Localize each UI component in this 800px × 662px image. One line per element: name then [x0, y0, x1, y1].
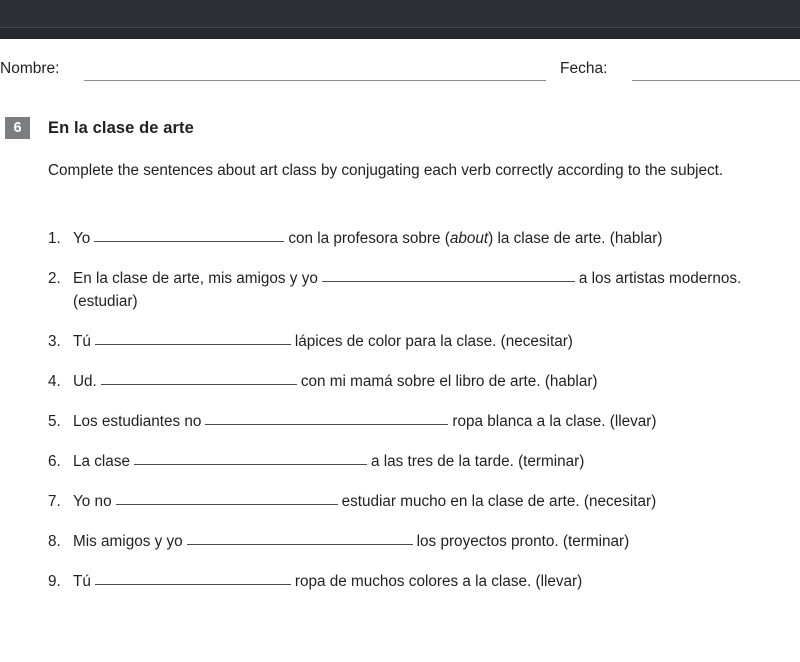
date-input-line[interactable]: [632, 80, 800, 81]
item-text-after-blank: ropa blanca a la clase. (llevar): [452, 413, 657, 430]
item-text-before-blank: Ud.: [73, 373, 97, 390]
item-sentence: Mis amigos y yo los proyectos pronto. (te…: [73, 533, 629, 550]
answer-blank[interactable]: [94, 332, 291, 345]
answer-blank[interactable]: [186, 532, 413, 545]
name-label: Nombre:: [0, 60, 60, 77]
exercise-item: 1. Yo con la profesora sobre (about) la cl…: [48, 227, 800, 250]
worksheet-page: Nombre: Fecha: 6 En la clase de arte Com…: [0, 39, 800, 662]
item-text-before-blank: Yo: [73, 230, 91, 247]
exercise-item: 5. Los estudiantes no ropa blanca a la cla…: [48, 410, 800, 433]
exercise-item: 9. Tú ropa de muchos colores a la clase. (…: [48, 570, 800, 593]
name-input-line[interactable]: [84, 80, 546, 81]
item-text-before-blank: En la clase de arte, mis amigos y yo: [73, 270, 318, 287]
item-text-before-blank: Yo no: [73, 493, 112, 510]
item-text-before-blank: La clase: [73, 453, 130, 470]
item-text-after-blank: con mi mamá sobre el libro de arte. (hab…: [300, 373, 598, 390]
item-number: 9.: [48, 573, 61, 590]
exercise-item: 4. Ud. con mi mamá sobre el libro de arte.…: [48, 370, 800, 393]
window-toolbar-lower: [0, 28, 800, 39]
item-text-after-blank: con la profesora sobre (: [288, 230, 450, 247]
answer-blank[interactable]: [115, 492, 338, 505]
item-text-after-blank: estudiar mucho en la clase de arte. (nec…: [341, 493, 657, 510]
item-text-after-blank: ) la clase de arte. (hablar): [488, 230, 663, 247]
item-number: 5.: [48, 413, 61, 430]
item-text-after-blank: a las tres de la tarde. (terminar): [370, 453, 585, 470]
item-sentence: Yo no estudiar mucho en la clase de arte.…: [73, 493, 656, 510]
item-text-translation-hint: about: [449, 230, 489, 247]
window-toolbar-upper: [0, 0, 800, 27]
answer-blank[interactable]: [100, 372, 297, 385]
answer-blank[interactable]: [205, 412, 449, 425]
item-sentence: Tú lápices de color para la clase. (neces…: [73, 333, 573, 350]
exercise-item-list: 1. Yo con la profesora sobre (about) la cl…: [48, 227, 800, 610]
item-number: 1.: [48, 230, 61, 247]
item-sentence: Ud. con mi mamá sobre el libro de arte. (…: [73, 373, 598, 390]
item-number: 3.: [48, 333, 61, 350]
item-text-after-blank: lápices de color para la clase. (necesit…: [294, 333, 573, 350]
item-text-before-blank: Tú: [73, 333, 91, 350]
exercise-item: 3. Tú lápices de color para la clase. (nec…: [48, 330, 800, 353]
exercise-number-badge: 6: [5, 117, 30, 139]
item-text-before-blank: Los estudiantes no: [73, 413, 202, 430]
item-sentence: Los estudiantes no ropa blanca a la clase…: [73, 413, 656, 430]
answer-blank[interactable]: [133, 452, 367, 465]
item-sentence: Tú ropa de muchos colores a la clase. (ll…: [73, 573, 582, 590]
exercise-item: 7. Yo no estudiar mucho en la clase de art…: [48, 490, 800, 513]
item-number: 7.: [48, 493, 61, 510]
item-number: 4.: [48, 373, 61, 390]
item-number: 8.: [48, 533, 61, 550]
item-sentence: En la clase de arte, mis amigos y yo a lo…: [73, 270, 741, 310]
item-text-before-blank: Tú: [73, 573, 91, 590]
exercise-item: 2. En la clase de arte, mis amigos y yo a …: [48, 267, 800, 313]
item-text-after-blank: los proyectos pronto. (terminar): [416, 533, 630, 550]
item-number: 6.: [48, 453, 61, 470]
item-text-before-blank: Mis amigos y yo: [73, 533, 183, 550]
window-chrome-bar: [0, 0, 800, 39]
item-sentence: Yo con la profesora sobre (about) la clas…: [73, 230, 662, 247]
item-sentence: La clase a las tres de la tarde. (termina…: [73, 453, 584, 470]
item-number: 2.: [48, 270, 61, 287]
answer-blank[interactable]: [94, 229, 285, 242]
exercise-item: 6. La clase a las tres de la tarde. (termi…: [48, 450, 800, 473]
item-text-after-blank: ropa de muchos colores a la clase. (llev…: [294, 573, 583, 590]
answer-blank[interactable]: [94, 572, 291, 585]
student-info-row: Nombre: Fecha:: [0, 58, 800, 84]
answer-blank[interactable]: [321, 269, 575, 282]
date-label: Fecha:: [560, 60, 608, 77]
exercise-item: 8. Mis amigos y yo los proyectos pronto. (…: [48, 530, 800, 553]
exercise-header: 6 En la clase de arte: [0, 117, 800, 143]
exercise-title: En la clase de arte: [48, 119, 194, 137]
exercise-instructions: Complete the sentences about art class b…: [48, 162, 724, 179]
